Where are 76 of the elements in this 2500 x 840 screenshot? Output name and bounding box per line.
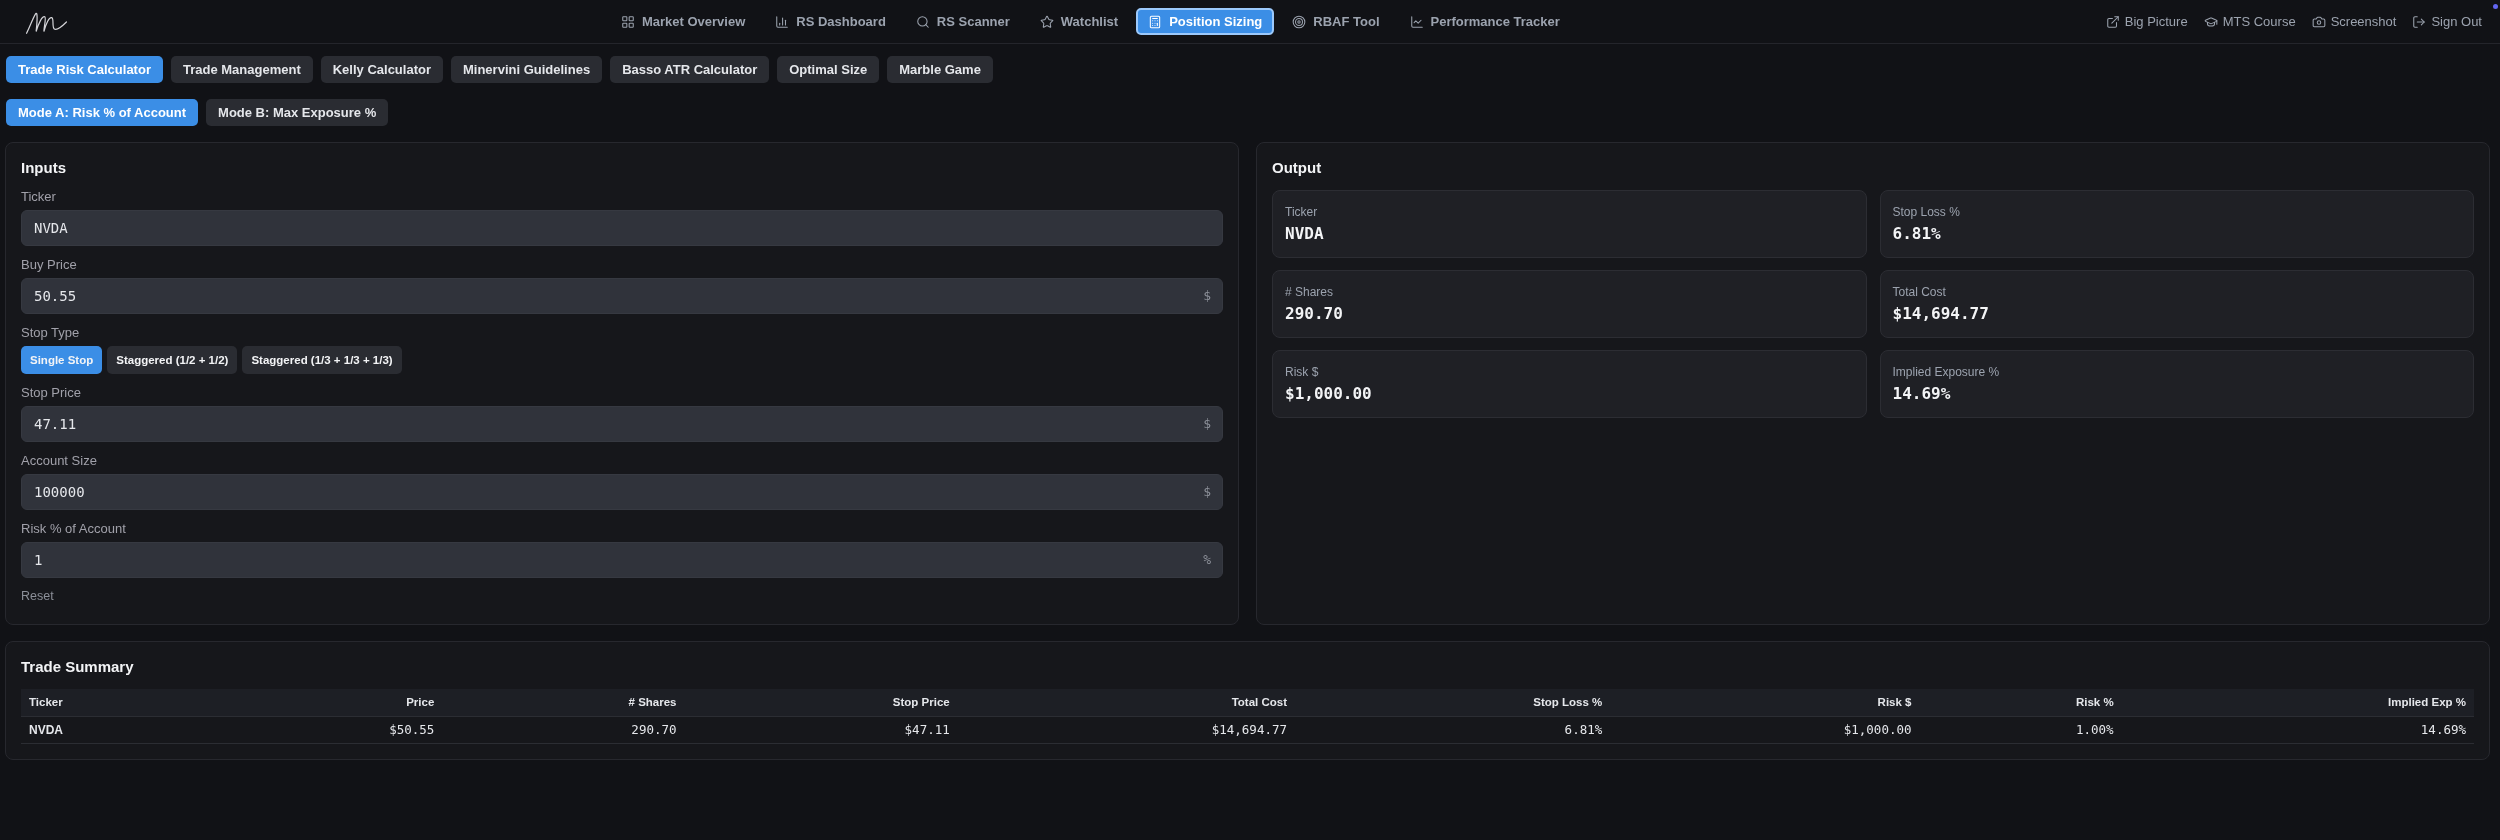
card-value: 290.70 <box>1285 304 1344 324</box>
column-header: Risk $ <box>1610 689 1920 716</box>
column-header: Total Cost <box>957 689 1295 716</box>
table-cell: NVDA <box>21 716 232 743</box>
column-header: Price <box>231 689 443 716</box>
table-cell: $50.55 <box>231 716 443 743</box>
tool-tab[interactable]: Basso ATR Calculator <box>610 56 770 83</box>
notification-dot-icon <box>2493 4 2498 9</box>
card-label: Total Cost <box>1892 284 1947 300</box>
stop-type-option[interactable]: Staggered (1/3 + 1/3 + 1/3) <box>242 346 402 374</box>
panel-title: Inputs <box>21 158 67 178</box>
graduation-cap-icon <box>2203 14 2218 29</box>
search-icon <box>915 14 930 29</box>
camera-icon <box>2311 14 2326 29</box>
external-link-icon <box>2105 14 2120 29</box>
unit-suffix: $ <box>1203 415 1211 433</box>
target-icon <box>1292 14 1307 29</box>
header-link[interactable]: Screenshot <box>2309 9 2399 34</box>
card-label: Stop Loss % <box>1892 204 1961 220</box>
mode-tab[interactable]: Mode B: Max Exposure % <box>206 99 389 126</box>
star-icon <box>1039 14 1054 29</box>
text-input[interactable]: NVDA <box>21 210 1223 246</box>
panel-title: Output <box>1272 158 1323 178</box>
column-header: Ticker <box>21 689 232 716</box>
card-label: # Shares <box>1285 284 1335 300</box>
panel-title: Trade Summary <box>21 657 135 677</box>
stop-type-option[interactable]: Staggered (1/2 + 1/2) <box>107 346 238 374</box>
field-label: Risk % of Account <box>21 520 127 538</box>
nav-link[interactable]: RS Dashboard <box>763 8 898 35</box>
header-link[interactable]: MTS Course <box>2201 9 2298 34</box>
column-header: Implied Exp % <box>2121 689 2474 716</box>
field-label: Buy Price <box>21 256 78 274</box>
unit-suffix: $ <box>1203 483 1211 501</box>
card-value: $14,694.77 <box>1892 304 1990 324</box>
table-cell: $14,694.77 <box>957 716 1295 743</box>
nav-link[interactable]: RS Scanner <box>903 8 1022 35</box>
column-header: Stop Loss % <box>1295 689 1611 716</box>
tool-tab[interactable]: Minervini Guidelines <box>451 56 603 83</box>
table-cell: $1,000.00 <box>1610 716 1920 743</box>
card-value: $1,000.00 <box>1285 384 1373 404</box>
table-cell: 1.00% <box>1919 716 2122 743</box>
field-label: Stop Price <box>21 384 82 402</box>
tool-tab[interactable]: Marble Game <box>887 56 993 83</box>
card-value: 14.69% <box>1892 384 1952 404</box>
field-label: Account Size <box>21 452 98 470</box>
table-cell: 290.70 <box>442 716 685 743</box>
card-value: NVDA <box>1285 224 1325 244</box>
reset-link[interactable]: Reset <box>21 588 54 604</box>
bar-chart-icon <box>775 14 790 29</box>
nav-link[interactable]: Market Overview <box>608 8 758 35</box>
card-value: 6.81% <box>1892 224 1942 244</box>
unit-suffix: % <box>1203 551 1211 569</box>
table-cell: 14.69% <box>2121 716 2474 743</box>
line-chart-icon <box>1409 14 1424 29</box>
card-label: Implied Exposure % <box>1892 364 2001 380</box>
field-label: Ticker <box>21 188 57 206</box>
card-label: Ticker <box>1285 204 1319 220</box>
nav-link[interactable]: Performance Tracker <box>1397 8 1572 35</box>
column-header: # Shares <box>442 689 685 716</box>
column-header: Risk % <box>1919 689 2122 716</box>
column-header: Stop Price <box>684 689 958 716</box>
nav-link[interactable]: Watchlist <box>1027 8 1131 35</box>
grid-icon <box>620 14 635 29</box>
table-cell: 6.81% <box>1295 716 1611 743</box>
tool-tab[interactable]: Optimal Size <box>777 56 880 83</box>
log-out-icon <box>2412 14 2427 29</box>
header-link[interactable]: Sign Out <box>2410 9 2484 34</box>
field-label: Stop Type <box>21 324 81 342</box>
tool-tab[interactable]: Trade Management <box>170 56 313 83</box>
calculator-icon <box>1148 14 1163 29</box>
nav-link[interactable]: RBAF Tool <box>1280 8 1392 35</box>
header-link[interactable]: Big Picture <box>2103 9 2190 34</box>
card-label: Risk $ <box>1285 364 1320 380</box>
unit-suffix: $ <box>1203 287 1211 305</box>
tool-tab[interactable]: Kelly Calculator <box>320 56 443 83</box>
table-cell: $47.11 <box>684 716 958 743</box>
